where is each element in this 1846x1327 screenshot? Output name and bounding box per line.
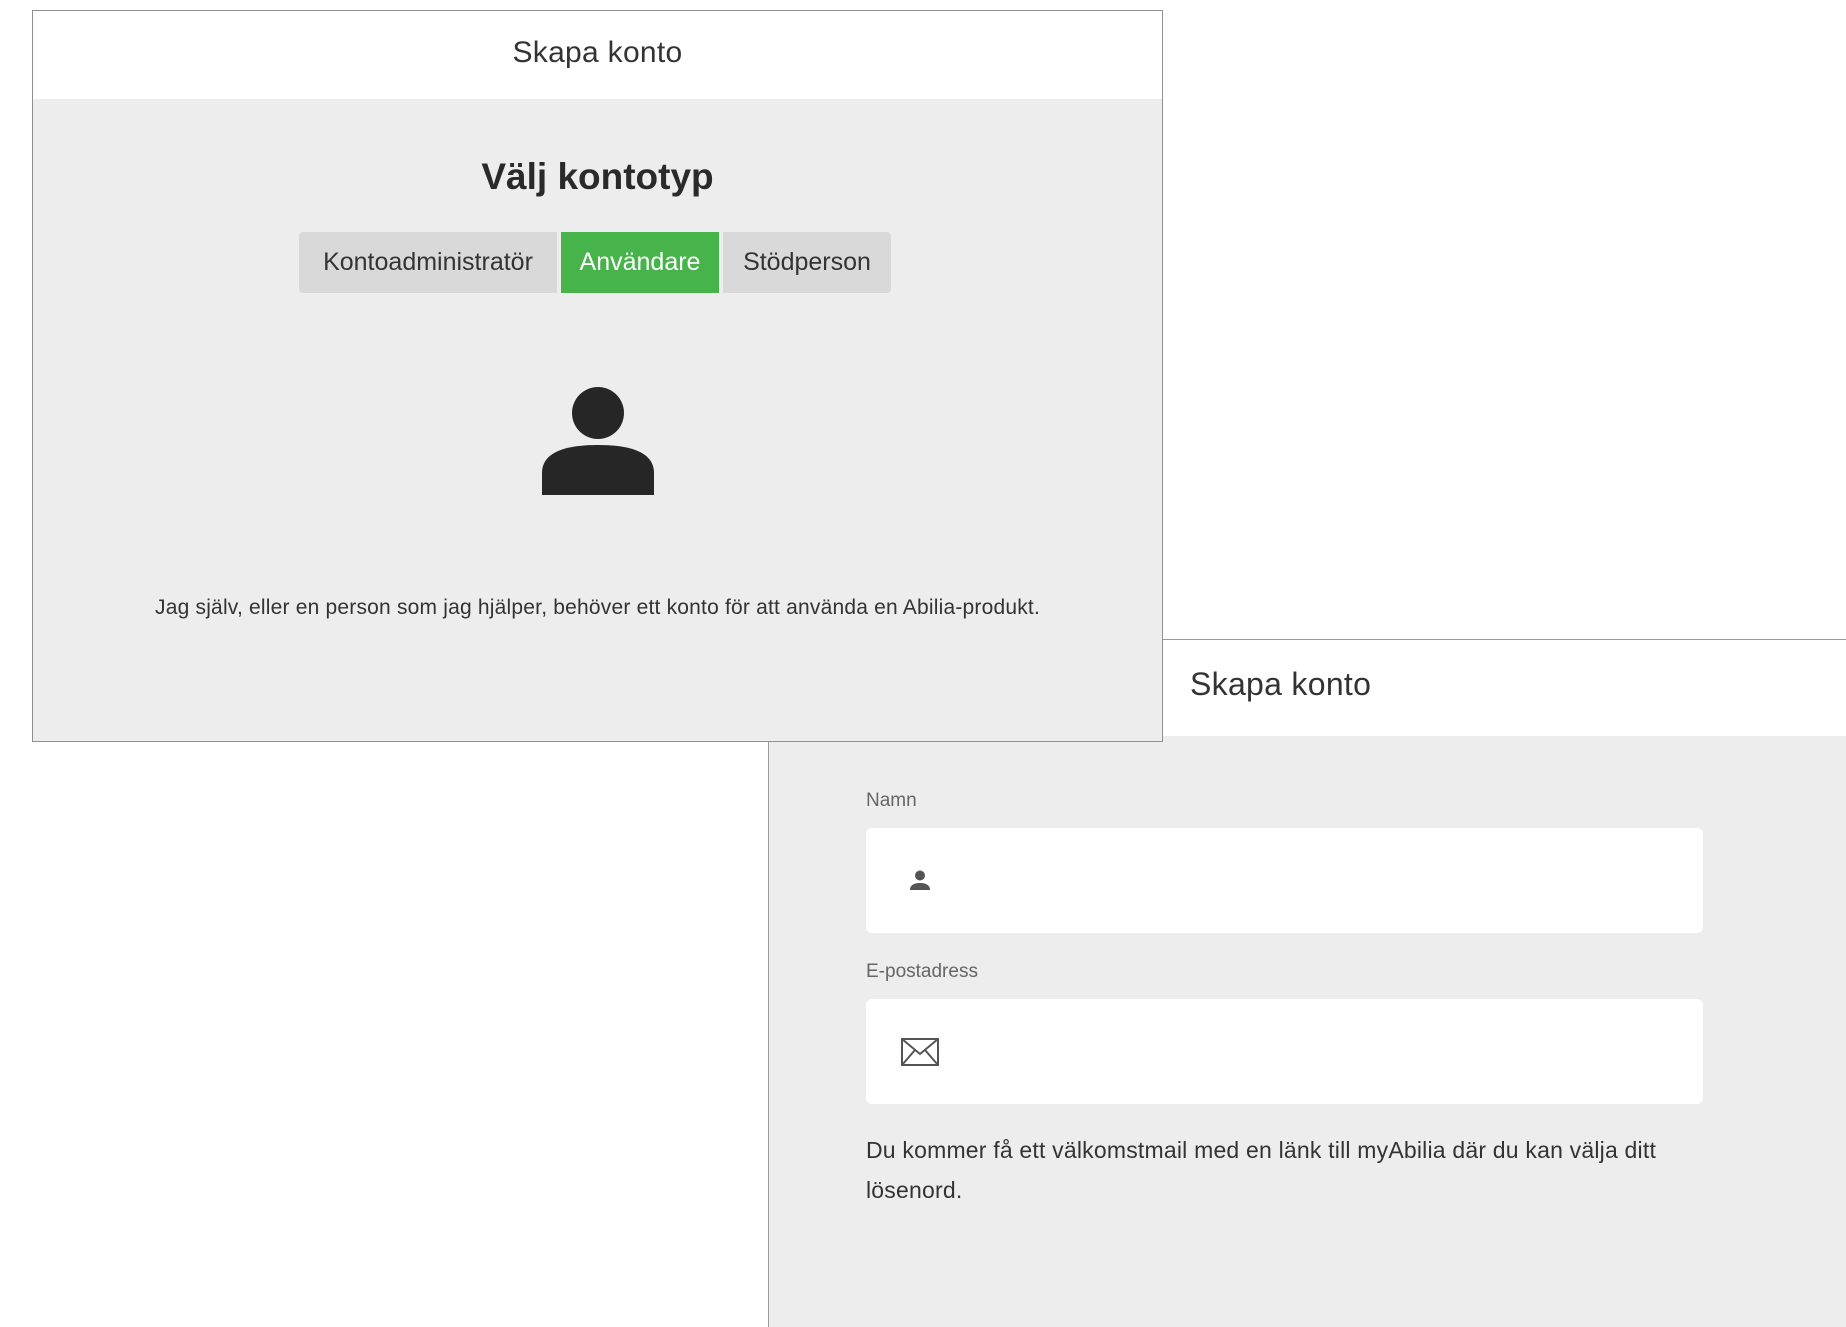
welcome-mail-info: Du kommer få ett välkomstmail med en län…	[866, 1137, 1657, 1203]
email-label: E-postadress	[866, 961, 978, 982]
envelope-icon	[900, 1032, 940, 1072]
person-icon	[900, 861, 940, 901]
signup-dialog: Skapa konto Namn E-postadress Du kommer …	[768, 639, 1846, 1327]
dialog-title: Skapa konto	[1190, 666, 1372, 702]
account-type-selector: Kontoadministratör Användare Stödperson	[299, 232, 891, 293]
option-user-button[interactable]: Användare	[561, 232, 719, 293]
email-input[interactable]	[960, 999, 1684, 1106]
email-field[interactable]	[866, 999, 1703, 1106]
account-type-description: Jag själv, eller en person som jag hjälp…	[155, 596, 1040, 619]
name-label: Namn	[866, 790, 917, 811]
dialog-title: Skapa konto	[512, 36, 683, 69]
account-type-heading: Välj kontotyp	[481, 156, 714, 197]
option-account-admin-button[interactable]: Kontoadministratör	[299, 232, 557, 293]
account-type-dialog: Skapa konto Välj kontotyp Kontoadministr…	[32, 10, 1163, 742]
option-support-person-button[interactable]: Stödperson	[723, 232, 891, 293]
dialog-header: Skapa konto	[33, 11, 1162, 99]
name-input[interactable]	[960, 828, 1684, 935]
name-field[interactable]	[866, 828, 1703, 935]
person-icon	[538, 385, 658, 495]
